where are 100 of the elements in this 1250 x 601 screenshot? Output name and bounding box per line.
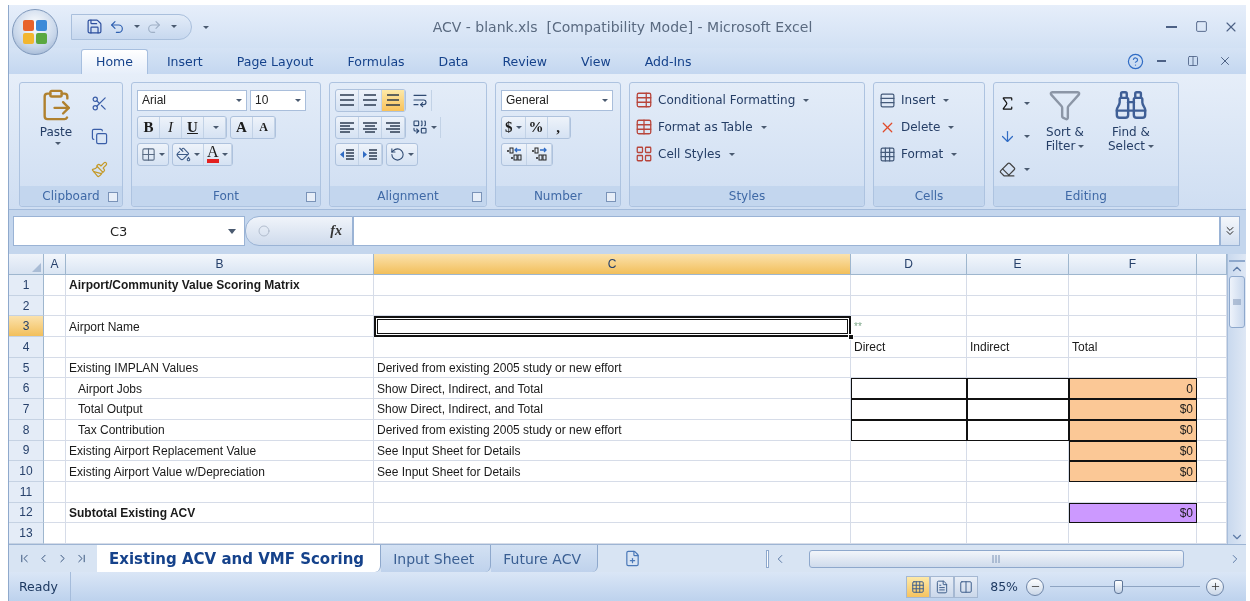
row-header[interactable]: 7 [9, 399, 44, 420]
zoom-in-button[interactable] [1206, 577, 1224, 596]
office-logo-icon [22, 19, 48, 45]
scrollbar-thumb[interactable] [809, 549, 1184, 568]
expand-button[interactable] [1220, 216, 1240, 246]
table-cell: $0 [1069, 419, 1197, 441]
view-button[interactable] [930, 575, 955, 598]
group-label: Alignment [330, 186, 486, 206]
column-header[interactable]: E [967, 254, 1069, 275]
bold-button[interactable]: B [138, 116, 160, 138]
ribbon-tab[interactable]: Review [487, 49, 563, 74]
scrollbar-thumb[interactable] [1229, 276, 1245, 328]
shrink-font-button[interactable]: A [253, 116, 275, 138]
ribbon-button[interactable]: Format [879, 142, 958, 166]
ribbon-tab[interactable]: Home [81, 49, 148, 74]
currency-button[interactable]: $ [502, 116, 526, 138]
caret-icon [1148, 145, 1154, 149]
new-sheet-icon [623, 550, 641, 567]
underline-button[interactable]: U [182, 116, 204, 138]
table-cell-text: Existing IMPLAN Values [68, 360, 200, 378]
comma-button[interactable]: , [547, 116, 570, 138]
dialog-launcher-icon[interactable] [306, 192, 316, 202]
funnel-icon [1048, 88, 1082, 122]
caret-icon [1024, 167, 1030, 171]
italic-button[interactable]: I [160, 116, 182, 138]
align-button[interactable] [382, 89, 405, 111]
font-name-field[interactable]: Arial [137, 89, 247, 111]
undo-icon [109, 18, 125, 35]
ribbon-button[interactable]: Format as Table [635, 115, 810, 139]
table-cell-text: Show Direct, Indirect, and Total [376, 401, 544, 419]
ribbon-button[interactable]: Conditional Formatting [635, 88, 810, 112]
grow-font-button[interactable]: A [231, 116, 253, 138]
ribbon-button[interactable]: Find & Select [1100, 88, 1162, 184]
sheet-tab[interactable]: Existing ACV and VMF Scoring [97, 545, 382, 572]
ribbon-tab[interactable]: Page Layout [221, 49, 329, 74]
ribbon-button[interactable]: Delete [879, 115, 958, 139]
row-header[interactable]: 8 [9, 419, 44, 441]
table-cell: 0 [1069, 378, 1197, 400]
row-header[interactable]: 5 [9, 357, 44, 379]
lines-icon [385, 121, 401, 133]
row-header[interactable]: 2 [9, 295, 44, 317]
zoom-level[interactable]: 85% [990, 579, 1018, 594]
row-header[interactable]: 3 [9, 316, 44, 338]
group-label: Editing [994, 186, 1178, 206]
sheet-tab[interactable]: Input Sheet [381, 545, 492, 572]
wrap-icon [412, 92, 428, 108]
orientation-button[interactable] [386, 142, 418, 166]
ribbon-tab[interactable]: Data [423, 49, 484, 74]
active-cell[interactable] [374, 316, 851, 338]
font-size-field[interactable]: 10 [250, 89, 306, 111]
row-header[interactable]: 6 [9, 378, 44, 400]
table-cell: $0 [1069, 502, 1197, 524]
row-header[interactable]: 12 [9, 502, 44, 524]
borders-button[interactable] [137, 142, 169, 166]
sheet-tab[interactable]: Future ACV [491, 545, 599, 572]
percent-button[interactable]: % [525, 116, 548, 138]
ribbon-tab[interactable]: Insert [151, 49, 218, 74]
column-header[interactable]: D [851, 254, 967, 275]
slider-thumb[interactable] [1113, 579, 1123, 594]
dialog-launcher-icon[interactable] [472, 192, 482, 202]
ribbon-tab[interactable]: Formulas [332, 49, 420, 74]
binoculars-icon [1114, 88, 1148, 122]
fill-color-button[interactable] [173, 143, 204, 165]
row-header[interactable]: 4 [9, 337, 44, 358]
row-header[interactable]: 11 [9, 481, 44, 503]
triangle-icon [32, 263, 41, 272]
zoom-out-button[interactable] [1026, 577, 1044, 596]
fill-handle-icon[interactable] [848, 334, 854, 341]
dialog-launcher-icon[interactable] [606, 192, 616, 202]
help-icon [1127, 52, 1144, 70]
row-header[interactable]: 10 [9, 461, 44, 482]
table-cell-text: Existing Airport Value w/Depreciation [68, 463, 266, 481]
rotate-icon [390, 146, 405, 162]
dialog-launcher-icon[interactable] [108, 192, 118, 202]
column-header[interactable]: B [66, 254, 374, 275]
row-header[interactable]: 9 [9, 440, 44, 462]
formula-field[interactable] [353, 216, 1220, 246]
insert-function-button[interactable]: fx [330, 223, 342, 239]
view-button[interactable] [906, 575, 931, 598]
paste-button[interactable]: Paste [25, 88, 87, 184]
font-color-button[interactable]: A [204, 143, 232, 165]
ribbon-button[interactable]: Sort & Filter [1034, 88, 1096, 184]
caret-icon [159, 152, 165, 156]
number-format-field[interactable]: General [501, 89, 613, 111]
split-handle[interactable] [766, 549, 769, 568]
column-header[interactable]: C [374, 254, 851, 275]
row-header[interactable]: 13 [9, 523, 44, 544]
ribbon-button[interactable]: Cell Styles [635, 142, 810, 166]
column-header[interactable]: F [1069, 254, 1197, 275]
view-button[interactable] [954, 575, 979, 598]
scissors-icon [91, 94, 108, 112]
caret-icon [171, 25, 177, 28]
ribbon-tab[interactable]: Add-Ins [629, 49, 707, 74]
table-icon [635, 118, 653, 136]
column-header[interactable]: A [44, 254, 66, 275]
name-box[interactable]: C3 [13, 216, 245, 246]
ribbon-button[interactable]: Insert [879, 88, 958, 112]
eraser-icon [999, 160, 1016, 178]
ribbon-tab[interactable]: View [566, 49, 626, 74]
row-header[interactable]: 1 [9, 275, 44, 296]
